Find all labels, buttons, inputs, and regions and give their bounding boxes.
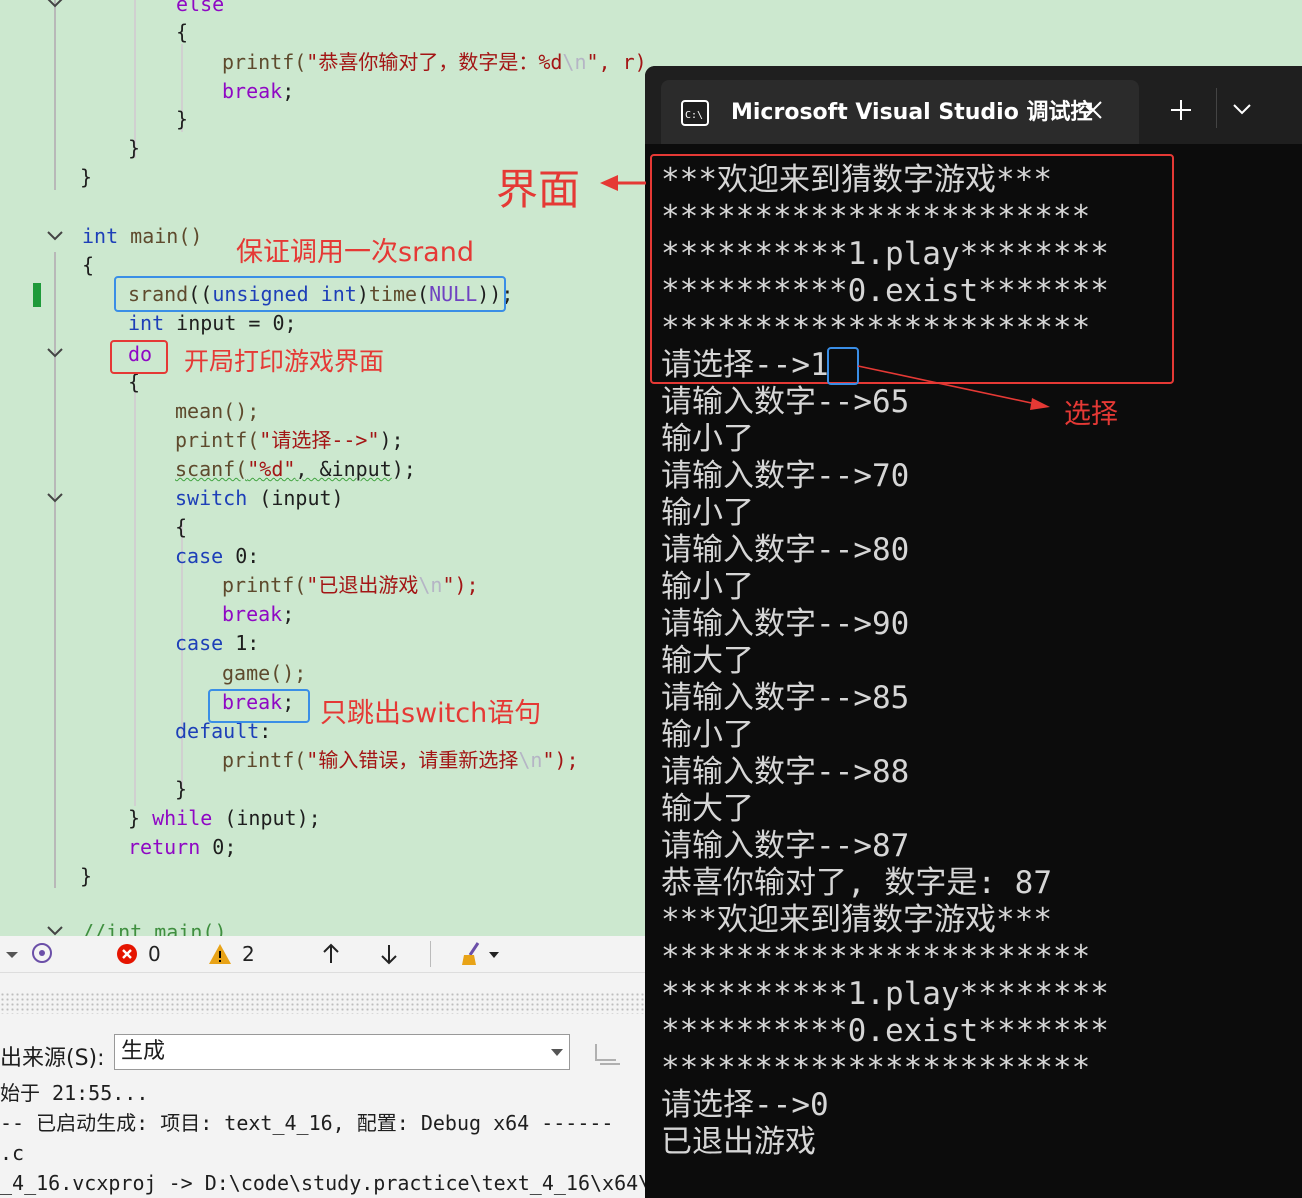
arrow-line xyxy=(857,365,1037,405)
arrow-head xyxy=(1030,398,1050,410)
select-annotation: 选择 xyxy=(1064,399,1118,430)
annotation-arrows xyxy=(600,175,1050,410)
arrow-head xyxy=(600,175,618,191)
